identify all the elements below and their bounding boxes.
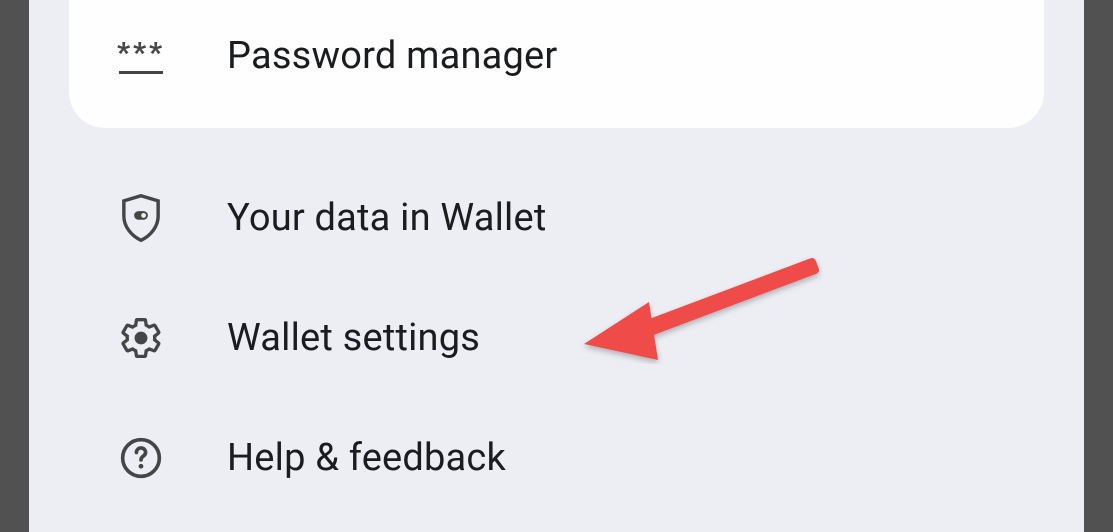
menu-item-label: Help & feedback bbox=[227, 436, 506, 480]
menu-item-your-data-in-wallet[interactable]: Your data in Wallet bbox=[69, 158, 1044, 278]
menu-item-wallet-settings[interactable]: Wallet settings bbox=[69, 278, 1044, 398]
password-icon: *** bbox=[117, 32, 165, 80]
settings-menu: *** Password manager Your data in Wallet bbox=[69, 0, 1044, 532]
menu-item-password-manager[interactable]: *** Password manager bbox=[69, 0, 1044, 128]
shield-privacy-icon bbox=[117, 194, 165, 242]
gear-icon bbox=[117, 314, 165, 362]
menu-item-label: Your data in Wallet bbox=[227, 196, 546, 240]
menu-item-label: Wallet settings bbox=[227, 316, 480, 360]
menu-item-help-feedback[interactable]: Help & feedback bbox=[69, 398, 1044, 518]
help-icon bbox=[117, 434, 165, 482]
phone-frame: *** Password manager Your data in Wallet bbox=[29, 0, 1084, 532]
menu-item-label: Password manager bbox=[227, 34, 558, 78]
card-section: *** Password manager bbox=[69, 0, 1044, 128]
